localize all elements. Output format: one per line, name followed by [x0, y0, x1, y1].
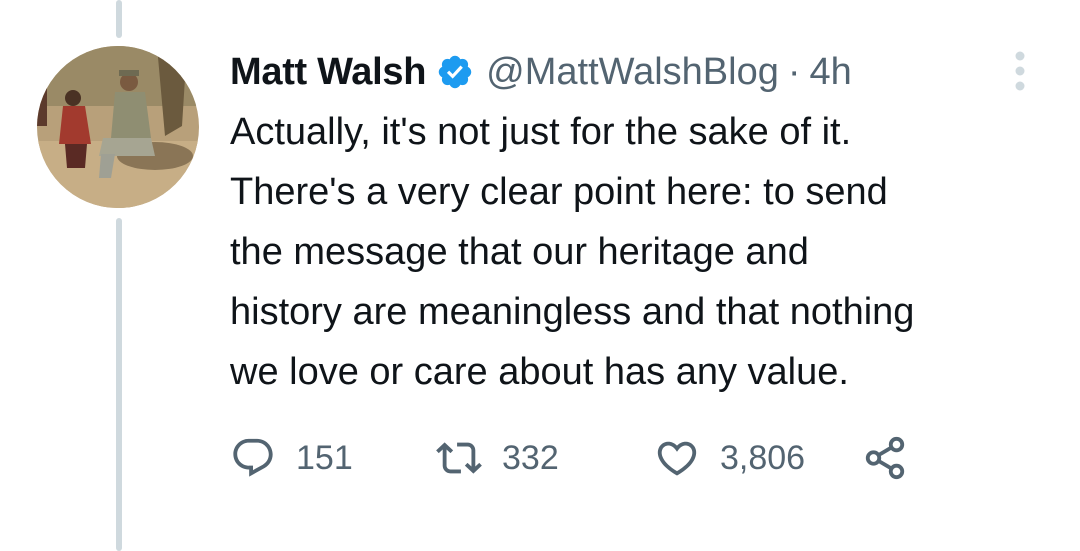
retweet-icon: [436, 442, 482, 474]
thread-line-top: [116, 0, 122, 38]
tweet-text: Actually, it's not just for the sake of …: [230, 111, 915, 393]
retweet-button[interactable]: 332: [436, 428, 559, 488]
tweet-timestamp[interactable]: 4h: [810, 51, 852, 94]
author-handle[interactable]: @MattWalshBlog: [486, 51, 779, 94]
like-button[interactable]: 3,806: [654, 428, 805, 488]
tweet-header: Matt Walsh @MattWalshBlog · 4h: [230, 46, 852, 98]
verified-badge-icon: [436, 53, 474, 91]
reply-button[interactable]: 151: [230, 428, 353, 488]
reply-icon: [233, 438, 273, 477]
tweet-actions: 151 332 3,806: [230, 428, 950, 488]
separator-dot: ·: [787, 50, 801, 93]
share-icon: [865, 436, 905, 480]
heart-icon: [657, 441, 697, 476]
author-name[interactable]: Matt Walsh: [230, 51, 426, 94]
avatar-photo: [37, 46, 199, 208]
thread-line-bottom: [116, 218, 122, 551]
avatar[interactable]: [37, 46, 199, 208]
like-count: 3,806: [720, 438, 806, 477]
share-button[interactable]: [862, 428, 908, 488]
reply-count: 151: [296, 438, 353, 477]
more-icon[interactable]: [1008, 48, 1032, 94]
retweet-count: 332: [502, 438, 559, 477]
